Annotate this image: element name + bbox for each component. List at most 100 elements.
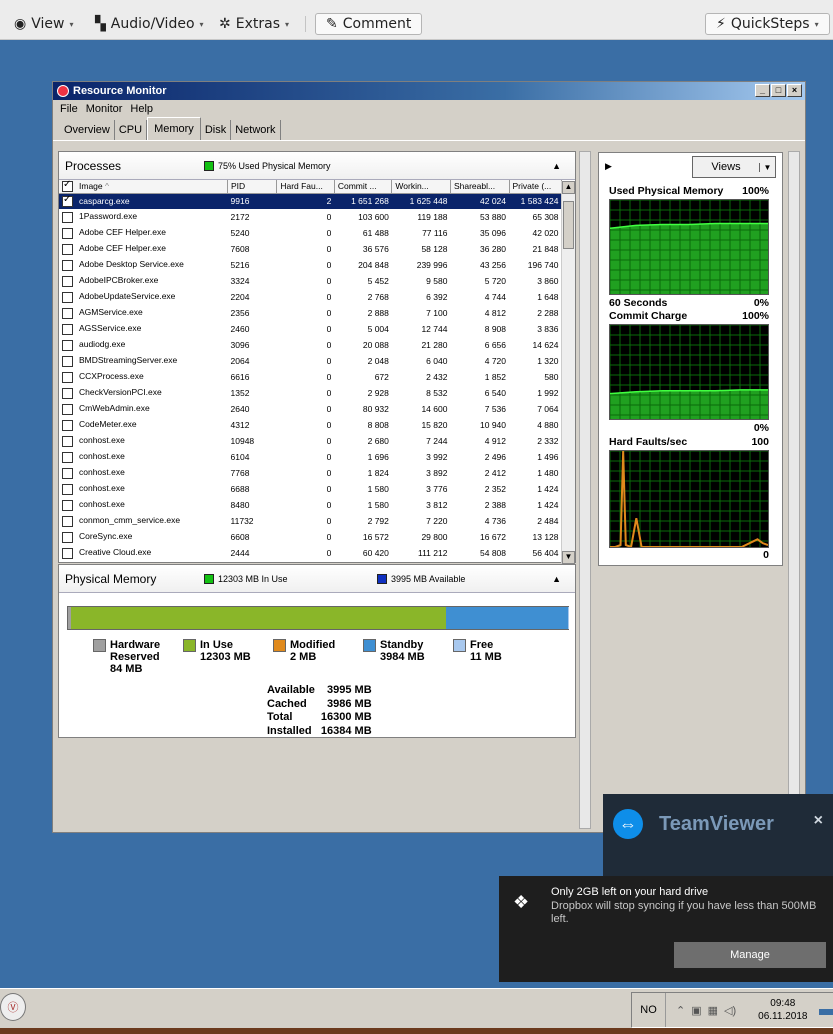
manage-button[interactable]: Manage bbox=[674, 942, 826, 968]
processes-scrollbar[interactable]: ▲ ▼ bbox=[561, 181, 575, 564]
row-checkbox[interactable] bbox=[62, 403, 73, 415]
column-working-set[interactable]: Workin... bbox=[391, 180, 451, 194]
row-checkbox[interactable] bbox=[62, 339, 73, 351]
scroll-thumb[interactable] bbox=[563, 201, 574, 249]
row-checkbox[interactable] bbox=[62, 291, 73, 303]
cell-pr: 13 128 bbox=[532, 532, 559, 542]
comment-button[interactable]: ✎ Comment bbox=[315, 13, 423, 35]
row-checkbox[interactable] bbox=[62, 451, 73, 463]
start-button[interactable]: Ⓥ bbox=[0, 993, 26, 1021]
cell-pr: 56 404 bbox=[532, 548, 559, 558]
table-row[interactable]: CoreSync.exe 6608 0 16 572 29 800 16 672 13 12… bbox=[59, 529, 562, 545]
table-row[interactable]: casparcg.exe991621 651 2681 625 44842 02… bbox=[59, 193, 562, 209]
collapse-icon[interactable]: ▲ bbox=[552, 161, 561, 171]
row-checkbox[interactable] bbox=[62, 419, 73, 431]
table-row[interactable]: CheckVersionPCI.exe 1352 0 2 928 8 532 6 540 1… bbox=[59, 385, 562, 401]
row-checkbox[interactable] bbox=[62, 323, 73, 335]
table-row[interactable]: conmon_cmm_service.exe 11732 0 2 792 7 220 4 … bbox=[59, 513, 562, 529]
scroll-up-arrow[interactable]: ▲ bbox=[562, 181, 575, 194]
column-hard-faults[interactable]: Hard Fau... bbox=[276, 180, 335, 194]
menu-file[interactable]: File bbox=[60, 103, 78, 115]
table-row[interactable]: CmWebAdmin.exe 2640 0 80 932 14 600 7 536 7 06… bbox=[59, 401, 562, 417]
title-bar[interactable]: Resource Monitor _ □ × bbox=[53, 82, 805, 100]
scroll-down-arrow[interactable]: ▼ bbox=[562, 551, 575, 564]
show-desktop-button[interactable] bbox=[819, 1009, 833, 1015]
maximize-button[interactable]: □ bbox=[771, 84, 786, 97]
column-shareable[interactable]: Shareabl... bbox=[450, 180, 510, 194]
row-checkbox[interactable] bbox=[62, 243, 73, 255]
tab-overview[interactable]: Overview bbox=[60, 120, 115, 140]
tab-memory[interactable]: Memory bbox=[147, 117, 201, 140]
row-checkbox[interactable] bbox=[62, 371, 73, 383]
extras-button[interactable]: ✲ Extras ▾ bbox=[219, 13, 289, 35]
cell-sh: 16 672 bbox=[480, 532, 507, 542]
table-row[interactable]: conhost.exe 6688 0 1 580 3 776 2 352 1 424 bbox=[59, 481, 562, 497]
cell-hf: 0 bbox=[326, 484, 332, 494]
left-pane-scrollbar[interactable] bbox=[579, 151, 591, 829]
cell-sh: 4 812 bbox=[484, 308, 507, 318]
row-checkbox[interactable] bbox=[62, 467, 73, 479]
row-checkbox[interactable] bbox=[62, 211, 73, 223]
table-row[interactable]: Adobe CEF Helper.exe 5240 0 61 488 77 116 35 … bbox=[59, 225, 562, 241]
audio-video-button[interactable]: ▚ Audio/Video ▾ bbox=[95, 13, 204, 35]
cell-image: Creative Cloud.exe bbox=[59, 545, 228, 561]
processes-header[interactable]: Processes 75% Used Physical Memory ▲ bbox=[59, 152, 575, 180]
table-row[interactable]: conhost.exe 7768 0 1 824 3 892 2 412 1 480 bbox=[59, 465, 562, 481]
table-row[interactable]: Adobe CEF Helper.exe 7608 0 36 576 58 128 36 … bbox=[59, 241, 562, 257]
table-row[interactable]: Creative Cloud.exe 2444 0 60 420 111 212 54 8… bbox=[59, 545, 562, 561]
column-commit[interactable]: Commit ... bbox=[334, 180, 393, 194]
menu-monitor[interactable]: Monitor bbox=[86, 103, 123, 115]
printer-icon[interactable]: ▦ bbox=[708, 1004, 718, 1017]
row-checkbox[interactable] bbox=[62, 387, 73, 399]
table-row[interactable]: conhost.exe 10948 0 2 680 7 244 4 912 2 332 bbox=[59, 433, 562, 449]
table-row[interactable]: AGMService.exe 2356 0 2 888 7 100 4 812 2 288 bbox=[59, 305, 562, 321]
column-private[interactable]: Private (... bbox=[509, 180, 563, 194]
cell-pr: 1 496 bbox=[537, 452, 559, 462]
row-checkbox[interactable] bbox=[62, 483, 73, 495]
tab-cpu[interactable]: CPU bbox=[115, 120, 148, 140]
row-checkbox[interactable] bbox=[62, 355, 73, 367]
collapse-icon[interactable]: ▲ bbox=[552, 574, 561, 584]
column-pid[interactable]: PID bbox=[227, 180, 278, 194]
row-checkbox[interactable] bbox=[62, 307, 73, 319]
row-checkbox[interactable] bbox=[62, 499, 73, 511]
column-image[interactable]: Image ^ bbox=[59, 180, 229, 194]
table-row[interactable]: conhost.exe 6104 0 1 696 3 992 2 496 1 496 bbox=[59, 449, 562, 465]
table-row[interactable]: AdobeIPCBroker.exe 3324 0 5 452 9 580 5 720 3 … bbox=[59, 273, 562, 289]
row-checkbox[interactable] bbox=[62, 275, 73, 287]
table-row[interactable]: audiodg.exe 3096 0 20 088 21 280 6 656 14 624 bbox=[59, 337, 562, 353]
table-row[interactable]: BMDStreamingServer.exe 2064 0 2 048 6 040 4 7… bbox=[59, 353, 562, 369]
table-row[interactable]: Adobe Desktop Service.exe 5216 0 204 848 239… bbox=[59, 257, 562, 273]
physical-memory-header[interactable]: Physical Memory 12303 MB In Use 3995 MB … bbox=[59, 565, 575, 593]
quicksteps-button[interactable]: ⚡ QuickSteps ▾ bbox=[705, 13, 830, 35]
row-checkbox[interactable] bbox=[62, 515, 73, 527]
table-row[interactable]: conhost.exe 8480 0 1 580 3 812 2 388 1 424 bbox=[59, 497, 562, 513]
row-checkbox[interactable] bbox=[62, 227, 73, 239]
table-row[interactable]: CodeMeter.exe 4312 0 8 808 15 820 10 940 4 880 bbox=[59, 417, 562, 433]
minimize-button[interactable]: _ bbox=[755, 84, 770, 97]
table-row[interactable]: 1Password.exe 2172 0 103 600 119 188 53 880 65… bbox=[59, 209, 562, 225]
table-row[interactable]: CCXProcess.exe 6616 0 672 2 432 1 852 580 bbox=[59, 369, 562, 385]
teamviewer-close-button[interactable]: × bbox=[814, 812, 823, 830]
menu-help[interactable]: Help bbox=[130, 103, 153, 115]
network-icon[interactable]: ▣ bbox=[691, 1004, 701, 1017]
row-checkbox[interactable] bbox=[62, 435, 73, 447]
tab-disk[interactable]: Disk bbox=[201, 120, 232, 140]
table-row[interactable]: AGSService.exe 2460 0 5 004 12 744 8 908 3 836 bbox=[59, 321, 562, 337]
table-row[interactable]: AdobeUpdateService.exe 2204 0 2 768 6 392 4 7… bbox=[59, 289, 562, 305]
right-pane-scrollbar[interactable] bbox=[788, 151, 800, 829]
tab-network[interactable]: Network bbox=[231, 120, 281, 140]
show-hidden-icons-icon[interactable]: ⌃ bbox=[676, 1004, 685, 1017]
view-button[interactable]: ◉ View ▾ bbox=[14, 13, 73, 35]
row-checkbox[interactable] bbox=[62, 259, 73, 271]
volume-icon[interactable]: ◁) bbox=[724, 1004, 736, 1017]
expand-arrow-icon[interactable]: ▶ bbox=[605, 161, 612, 172]
language-indicator[interactable]: NO bbox=[632, 993, 666, 1027]
row-checkbox[interactable] bbox=[62, 194, 73, 207]
close-button[interactable]: × bbox=[787, 84, 802, 97]
clock[interactable]: 09:48 06.11.2018 bbox=[758, 997, 807, 1023]
views-dropdown[interactable]: Views ▼ bbox=[692, 156, 776, 178]
row-checkbox[interactable] bbox=[62, 547, 73, 559]
select-all-checkbox[interactable] bbox=[62, 180, 73, 192]
row-checkbox[interactable] bbox=[62, 531, 73, 543]
